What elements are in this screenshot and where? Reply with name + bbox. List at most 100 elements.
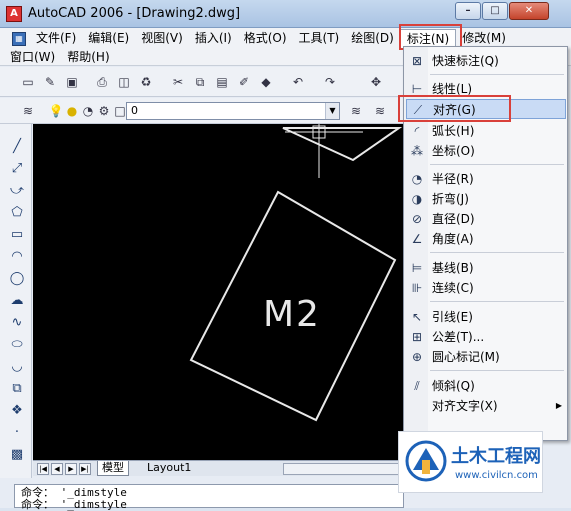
- first-tab-button[interactable]: |◀: [37, 463, 49, 475]
- drawing-svg: [189, 124, 403, 422]
- tab-model[interactable]: 模型: [97, 461, 129, 476]
- menu-help[interactable]: 帮助(H): [61, 48, 115, 67]
- menu-window[interactable]: 窗口(W): [0, 48, 61, 67]
- command-line-2: 命令： '_dimstyle: [21, 498, 127, 511]
- match-properties-icon[interactable]: ✐: [236, 74, 252, 90]
- menu-item-tolerance[interactable]: ⊞ 公差(T)...: [406, 327, 566, 347]
- menu-separator: [430, 370, 564, 371]
- arc-icon[interactable]: ◠: [8, 248, 26, 266]
- triangle-shape[interactable]: [282, 127, 403, 162]
- watermark-url: www.civilcn.com: [455, 470, 538, 481]
- make-object-layer-current-icon[interactable]: ≋: [348, 103, 364, 119]
- menu-item-continue[interactable]: ⊪ 连续(C): [406, 278, 566, 298]
- menu-draw[interactable]: 绘图(D): [345, 29, 400, 48]
- command-line[interactable]: 命令： '_dimstyle 命令： '_dimstyle: [14, 484, 404, 511]
- minimize-button[interactable]: –: [455, 2, 481, 20]
- document-icon[interactable]: ▦: [12, 31, 26, 46]
- publish-icon[interactable]: ♻: [138, 74, 154, 90]
- menu-item-align-text[interactable]: 对齐文字(X) ▶: [406, 396, 566, 416]
- layer-plot-icon: ⚙: [98, 104, 110, 118]
- close-button[interactable]: ✕: [509, 2, 549, 20]
- spline-icon[interactable]: ∿: [8, 314, 26, 332]
- layer-previous-icon[interactable]: ≋: [372, 103, 388, 119]
- next-tab-button[interactable]: ▶: [65, 463, 77, 475]
- open-file-icon[interactable]: ✎: [42, 74, 58, 90]
- layer-on-icon: 💡: [48, 104, 64, 118]
- rectangle-icon[interactable]: ▭: [8, 226, 26, 244]
- layer-freeze-icon: ●: [66, 104, 78, 118]
- menu-item-label: 弧长(H): [432, 124, 475, 138]
- horizontal-scrollbar[interactable]: [283, 463, 399, 475]
- ellipse-arc-icon[interactable]: ◡: [8, 358, 26, 376]
- menu-separator: [430, 74, 564, 75]
- insert-block-icon[interactable]: ⧉: [8, 380, 26, 398]
- layer-manager-icon[interactable]: ≋: [20, 103, 36, 119]
- chevron-down-icon[interactable]: ▼: [325, 103, 339, 119]
- menu-item-angular[interactable]: ∠ 角度(A): [406, 229, 566, 249]
- quick-dimension-icon: ⊠: [411, 54, 423, 68]
- autocad-app-icon[interactable]: A: [6, 6, 22, 22]
- block-editor-icon[interactable]: ◆: [258, 74, 274, 90]
- menu-file[interactable]: 文件(F): [30, 29, 82, 48]
- ellipse-icon[interactable]: ⬭: [8, 336, 26, 354]
- make-block-icon[interactable]: ❖: [8, 402, 26, 420]
- save-icon[interactable]: ▣: [64, 74, 80, 90]
- menu-row-2: 窗口(W) 帮助(H): [0, 48, 116, 67]
- redo-icon[interactable]: ↷: [322, 74, 338, 90]
- hatch-icon[interactable]: ▩: [8, 446, 26, 464]
- polyline-icon[interactable]: ⤻: [8, 182, 26, 200]
- maximize-button[interactable]: □: [482, 2, 508, 20]
- menu-item-center-mark[interactable]: ⊕ 圆心标记(M): [406, 347, 566, 367]
- menu-edit[interactable]: 编辑(E): [82, 29, 135, 48]
- menu-item-ordinate[interactable]: ⁂ 坐标(O): [406, 141, 566, 161]
- print-icon[interactable]: ⎙: [94, 74, 110, 90]
- menu-item-quick-dimension[interactable]: ⊠ 快速标注(Q): [406, 51, 566, 71]
- menu-item-arc-length[interactable]: ◜ 弧长(H): [406, 121, 566, 141]
- menu-item-baseline[interactable]: ⊨ 基线(B): [406, 258, 566, 278]
- undo-icon[interactable]: ↶: [290, 74, 306, 90]
- arc-length-icon: ◜: [414, 124, 420, 138]
- autocad-window: A AutoCAD 2006 - [Drawing2.dwg] – □ ✕ ▦ …: [0, 0, 571, 511]
- drawing-canvas[interactable]: M2: [33, 124, 403, 460]
- polygon-icon[interactable]: ⬠: [8, 204, 26, 222]
- line-icon[interactable]: ╱: [8, 138, 26, 156]
- tab-layout1[interactable]: Layout1: [143, 461, 195, 476]
- tolerance-icon: ⊞: [411, 330, 423, 344]
- menu-insert[interactable]: 插入(I): [189, 29, 238, 48]
- menu-format[interactable]: 格式(O): [238, 29, 293, 48]
- menu-item-leader[interactable]: ↖ 引线(E): [406, 307, 566, 327]
- baseline-icon: ⊨: [411, 261, 423, 275]
- menu-item-radius[interactable]: ◔ 半径(R): [406, 169, 566, 189]
- layer-select[interactable]: 0 ▼: [126, 102, 340, 120]
- menu-separator: [430, 301, 564, 302]
- revision-cloud-icon[interactable]: ☁: [8, 292, 26, 310]
- point-icon[interactable]: ·: [8, 424, 26, 442]
- menu-item-diameter[interactable]: ⊘ 直径(D): [406, 209, 566, 229]
- menu-tools[interactable]: 工具(T): [293, 29, 346, 48]
- menu-item-label: 引线(E): [432, 310, 473, 324]
- print-preview-icon[interactable]: ◫: [116, 74, 132, 90]
- watermark-title: 土木工程网: [451, 446, 541, 467]
- civilcn-logo-icon: [405, 440, 447, 482]
- oblique-icon: ⫽: [414, 379, 420, 393]
- diameter-icon: ⊘: [411, 212, 423, 226]
- menu-item-label: 直径(D): [432, 212, 475, 226]
- continue-icon: ⊪: [411, 281, 423, 295]
- circle-icon[interactable]: ◯: [8, 270, 26, 288]
- paste-icon[interactable]: ▤: [214, 74, 230, 90]
- cut-icon[interactable]: ✂: [170, 74, 186, 90]
- draw-toolbar: ╱ ⤢ ⤻ ⬠ ▭ ◠ ◯ ☁ ∿ ⬭ ◡ ⧉ ❖ · ▩: [0, 124, 32, 478]
- menu-item-label: 半径(R): [432, 172, 474, 186]
- construction-line-icon[interactable]: ⤢: [8, 160, 26, 178]
- new-file-icon[interactable]: ▭: [20, 74, 36, 90]
- pan-icon[interactable]: ✥: [368, 74, 384, 90]
- prev-tab-button[interactable]: ◀: [51, 463, 63, 475]
- menu-item-jogged[interactable]: ◑ 折弯(J): [406, 189, 566, 209]
- menu-item-oblique[interactable]: ⫽ 倾斜(Q): [406, 376, 566, 396]
- copy-icon[interactable]: ⧉: [192, 74, 208, 90]
- center-mark-icon: ⊕: [411, 350, 423, 364]
- last-tab-button[interactable]: ▶|: [79, 463, 91, 475]
- menu-item-label: 公差(T)...: [432, 330, 485, 344]
- menu-item-label: 对齐文字(X): [432, 399, 498, 413]
- menu-view[interactable]: 视图(V): [135, 29, 189, 48]
